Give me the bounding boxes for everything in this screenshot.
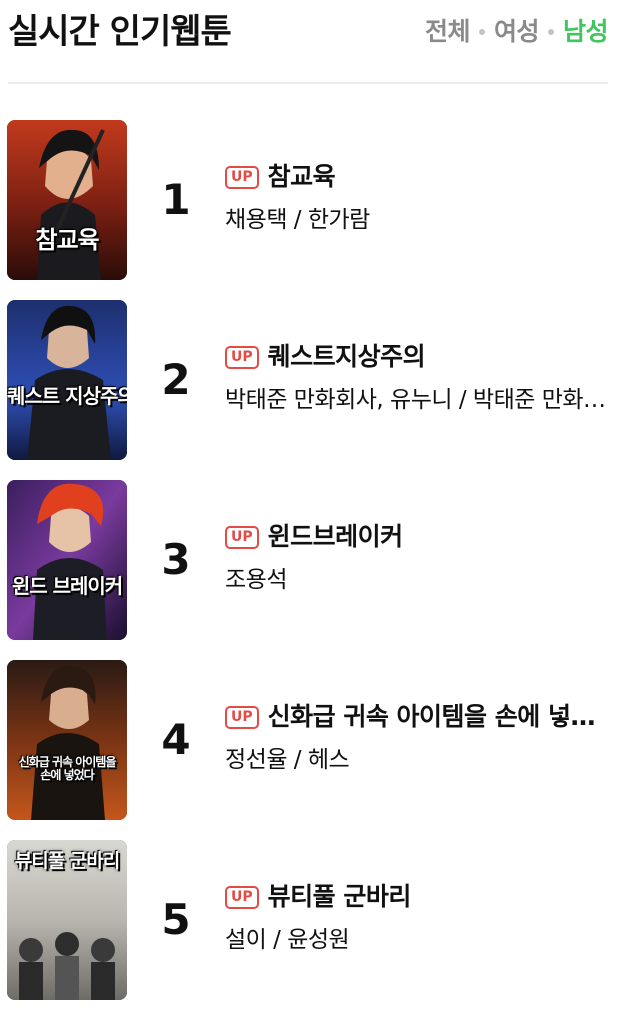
list-item[interactable]: 참교육 1 UP 참교육 채용택 / 한가람 xyxy=(0,120,620,300)
title-line: UP 참교육 xyxy=(225,158,610,196)
webtoon-author: 박태준 만화회사, 유누니 / 박태준 만화회사 xyxy=(225,387,610,413)
webtoon-title[interactable]: 참교육 xyxy=(268,158,336,196)
webtoon-title[interactable]: 뷰티풀 군바리 xyxy=(268,878,411,916)
rank-number: 5 xyxy=(161,895,191,944)
title-line: UP 신화급 귀속 아이템을 손에 넣었다 xyxy=(225,698,610,736)
thumbnail-image[interactable]: 신화급 귀속 아이템을 손에 넣었다 xyxy=(7,660,127,820)
thumbnail-art xyxy=(7,120,127,280)
thumbnail-art xyxy=(7,660,127,820)
up-badge: UP xyxy=(225,885,259,909)
thumbnail-image[interactable]: 참교육 xyxy=(7,120,127,280)
up-badge: UP xyxy=(225,705,259,729)
thumbnail-logo: 참교육 xyxy=(35,226,99,254)
rank-number: 4 xyxy=(161,715,191,764)
title-line: UP 퀘스트지상주의 xyxy=(225,338,610,376)
thumbnail-logo: 퀘스트 지상주의 xyxy=(7,384,127,408)
thumbnail-image[interactable]: 뷰티풀 군바리 xyxy=(7,840,127,1000)
tab-all[interactable]: 전체 xyxy=(425,12,471,52)
thumbnail-art xyxy=(7,300,127,460)
up-badge: UP xyxy=(225,165,259,189)
header: 실시간 인기웹툰 전체 여성 남성 xyxy=(8,0,609,84)
thumbnail-image[interactable]: 퀘스트 지상주의 xyxy=(7,300,127,460)
thumbnail-logo: 신화급 귀속 아이템을 손에 넣었다 xyxy=(18,755,117,782)
up-badge: UP xyxy=(225,525,259,549)
tab-female[interactable]: 여성 xyxy=(494,12,540,52)
rank-number: 3 xyxy=(161,535,191,584)
list-item[interactable]: 뷰티풀 군바리 5 UP 뷰티풀 군바리 설이 / 윤성원 xyxy=(0,840,620,1020)
separator-dot xyxy=(478,29,485,35)
thumbnail-logo: 뷰티풀 군바리 xyxy=(14,850,121,872)
webtoon-author: 설이 / 윤성원 xyxy=(225,927,350,953)
webtoon-title[interactable]: 윈드브레이커 xyxy=(268,518,403,556)
thumbnail-logo: 윈드 브레이커 xyxy=(11,574,123,598)
list-item[interactable]: 신화급 귀속 아이템을 손에 넣었다 4 UP 신화급 귀속 아이템을 손에 넣… xyxy=(0,660,620,840)
webtoon-author: 조용석 xyxy=(225,567,287,593)
up-badge: UP xyxy=(225,345,259,369)
list-item[interactable]: 윈드 브레이커 3 UP 윈드브레이커 조용석 xyxy=(0,480,620,660)
webtoon-author: 채용택 / 한가람 xyxy=(225,207,370,233)
list-item[interactable]: 퀘스트 지상주의 2 UP 퀘스트지상주의 박태준 만화회사, 유누니 / 박태… xyxy=(0,300,620,480)
thumbnail-image[interactable]: 윈드 브레이커 xyxy=(7,480,127,640)
page-title: 실시간 인기웹툰 xyxy=(8,12,232,52)
thumbnail-art xyxy=(7,480,127,640)
rank-number: 2 xyxy=(161,355,191,404)
filter-tabs: 전체 여성 남성 xyxy=(425,12,609,52)
title-line: UP 윈드브레이커 xyxy=(225,518,610,556)
title-line: UP 뷰티풀 군바리 xyxy=(225,878,610,916)
webtoon-title[interactable]: 퀘스트지상주의 xyxy=(268,338,426,376)
ranking-list: 참교육 1 UP 참교육 채용택 / 한가람 퀘스트 지상주의 2 UP 퀘스트… xyxy=(0,120,620,1020)
separator-dot xyxy=(547,29,554,35)
tab-male[interactable]: 남성 xyxy=(563,12,609,52)
webtoon-author: 정선율 / 헤스 xyxy=(225,747,350,773)
webtoon-title[interactable]: 신화급 귀속 아이템을 손에 넣었다 xyxy=(268,698,610,736)
rank-number: 1 xyxy=(161,175,191,224)
